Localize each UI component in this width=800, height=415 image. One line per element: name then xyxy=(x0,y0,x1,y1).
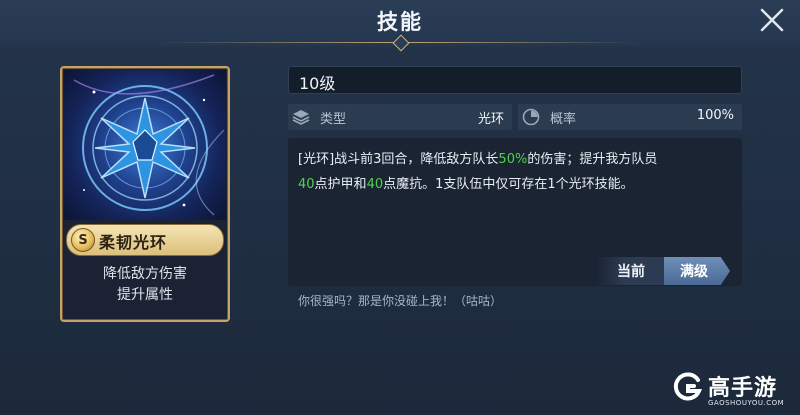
level-field: 10级 xyxy=(288,66,742,94)
rate-row: 概率 100% xyxy=(518,104,742,130)
desc-highlight-3: 40 xyxy=(366,177,384,192)
close-button[interactable] xyxy=(755,3,789,37)
skill-description: [光环]战斗前3回合，降低敌方队长50%的伤害；提升我方队员 40点护甲和40点魔… xyxy=(298,147,728,197)
magic-circle-image xyxy=(73,74,225,216)
type-value: 光环 xyxy=(477,112,504,127)
max-level-tab[interactable]: 满级 xyxy=(664,257,730,285)
rate-label: 概率 xyxy=(550,112,577,127)
type-label: 类型 xyxy=(320,112,347,127)
watermark-name: 高手游 xyxy=(708,376,778,401)
card-desc-line-1: 降低敌方伤害 xyxy=(103,266,187,282)
close-icon[interactable] xyxy=(759,7,785,33)
skill-name-bar: S 柔韧光环 xyxy=(66,224,224,256)
rate-value: 100% xyxy=(696,108,734,123)
desc-highlight-1: 50% xyxy=(498,152,528,167)
skill-name: 柔韧光环 xyxy=(99,233,168,252)
current-level-tab[interactable]: 当前 xyxy=(596,257,666,285)
desc-part-3: 点护甲和 xyxy=(314,177,367,192)
brand-logo-icon xyxy=(673,372,702,401)
skill-card: S 柔韧光环 降低敌方伤害 提升属性 xyxy=(60,66,230,322)
desc-highlight-2: 40 xyxy=(298,177,315,192)
desc-part-4: 点魔抗。1支队伍中仅可存在1个光环技能。 xyxy=(383,177,634,192)
skill-level: 10级 xyxy=(299,74,336,93)
flavor-quote: 你很强吗？那是你没碰上我！（咕咕） xyxy=(298,294,503,308)
watermark: 高手游 GAOSHOUYOU.COM xyxy=(670,370,798,412)
desc-part-1: [光环]战斗前3回合，降低敌方队长 xyxy=(298,152,499,167)
card-desc-line-2: 提升属性 xyxy=(117,287,173,303)
desc-part-2: 的伤害；提升我方队员 xyxy=(527,152,658,167)
layers-icon xyxy=(292,110,310,125)
type-row: 类型 光环 xyxy=(288,104,512,130)
skill-card-description: 降低敌方伤害 提升属性 xyxy=(68,264,222,306)
skill-card-art xyxy=(64,70,226,220)
rank-badge: S xyxy=(71,228,95,252)
page-title: 技能 xyxy=(377,10,423,34)
watermark-url: GAOSHOUYOU.COM xyxy=(708,399,785,407)
dial-icon xyxy=(522,108,540,126)
